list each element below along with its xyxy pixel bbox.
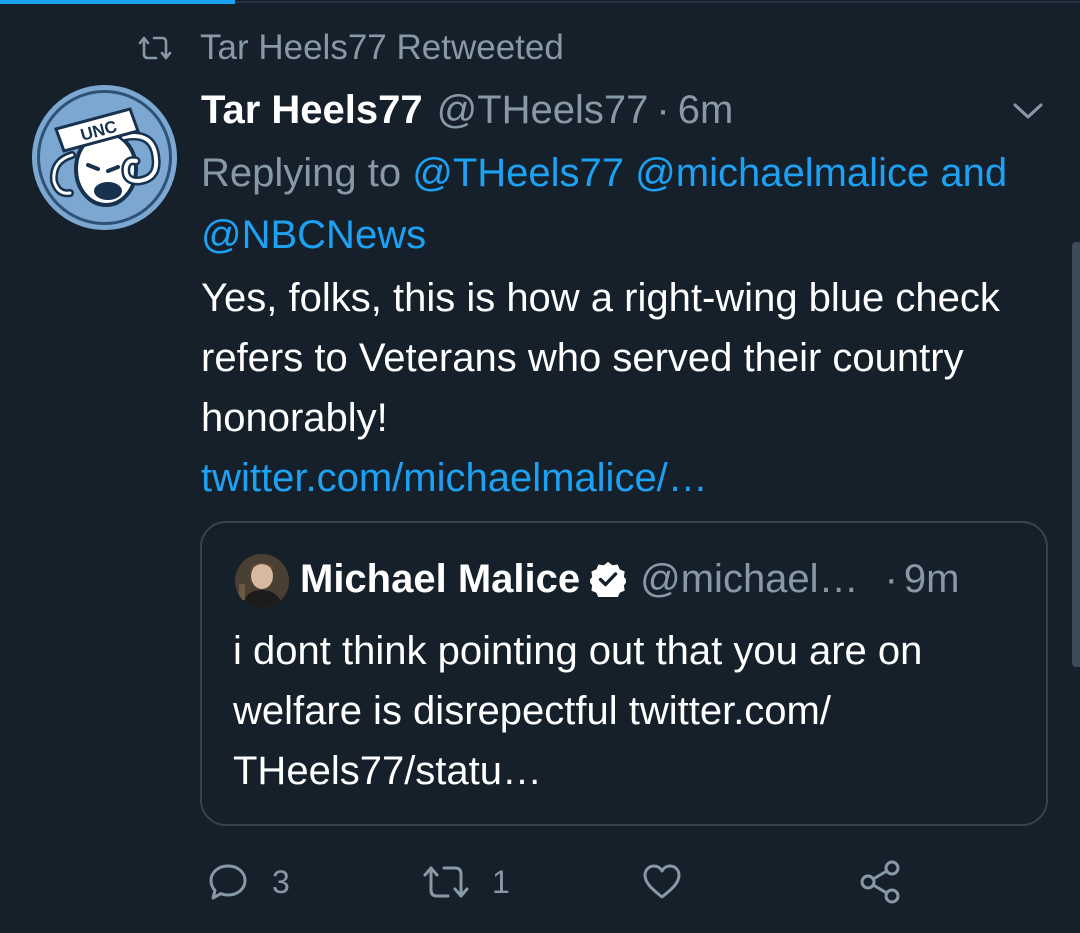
quoted-tweet-timestamp[interactable]: 9m	[904, 557, 960, 602]
mention-link[interactable]: @NBCNews	[201, 213, 426, 257]
retweet-icon	[138, 36, 172, 60]
quoted-tweet-header: Michael Malice @michael… · 9m	[300, 551, 959, 607]
author-name[interactable]: Tar Heels77	[201, 88, 423, 133]
quoted-header-separator: ·	[884, 556, 898, 601]
scrollbar[interactable]	[1072, 242, 1080, 667]
heart-icon	[643, 864, 681, 899]
reply-icon	[209, 864, 247, 900]
top-progress-bar	[0, 0, 235, 4]
share-button[interactable]	[858, 852, 926, 912]
retweet-icon	[423, 866, 469, 898]
tweet-link[interactable]: twitter.com/michaelmalice/…	[201, 448, 1061, 508]
quoted-tweet-card[interactable]: Michael Malice @michael… · 9m i dont thi…	[200, 521, 1048, 826]
share-icon	[860, 860, 900, 904]
mention-link[interactable]: @THeels77	[412, 151, 624, 195]
quoted-author-name[interactable]: Michael Malice	[300, 557, 580, 602]
chevron-down-icon[interactable]	[1009, 99, 1047, 123]
top-divider	[235, 1, 1080, 3]
author-handle[interactable]: @THeels77	[437, 88, 649, 133]
retweet-context-text: Tar Heels77 Retweeted	[200, 28, 564, 67]
tweet-header: Tar Heels77 @THeels77 · 6m	[201, 82, 733, 138]
person-photo	[235, 554, 289, 608]
reply-count: 3	[272, 863, 290, 900]
tweet-text: Yes, folks, this is how a right-wing blu…	[201, 276, 1000, 440]
quoted-author-handle[interactable]: @michael…	[640, 557, 858, 602]
mention-link[interactable]: @michaelmalice	[635, 151, 929, 195]
reply-button[interactable]: 3	[206, 852, 290, 912]
tweet-action-bar: 3 1	[0, 852, 1080, 912]
retweet-context[interactable]: Tar Heels77 Retweeted	[138, 26, 564, 70]
header-separator: ·	[656, 87, 670, 132]
replying-prefix: Replying to	[201, 151, 402, 195]
quoted-tweet-text: i dont think pointing out that you are o…	[233, 629, 923, 793]
retweet-button[interactable]: 1	[422, 852, 510, 912]
like-button[interactable]	[640, 852, 706, 912]
replying-and[interactable]: and	[940, 151, 1007, 195]
author-avatar[interactable]: UNC	[32, 85, 177, 230]
tweet-timestamp[interactable]: 6m	[678, 88, 734, 133]
retweet-count: 1	[492, 863, 510, 900]
verified-badge-icon	[590, 561, 627, 597]
quoted-author-avatar[interactable]	[235, 554, 289, 608]
tweet-detail-screen: Tar Heels77 Retweeted UNC Tar Heels77 @T…	[0, 0, 1080, 933]
ram-logo: UNC	[32, 85, 177, 230]
replying-to: Replying to @THeels77 @michaelmalice and…	[201, 142, 1051, 266]
tweet-body: Yes, folks, this is how a right-wing blu…	[201, 268, 1061, 508]
